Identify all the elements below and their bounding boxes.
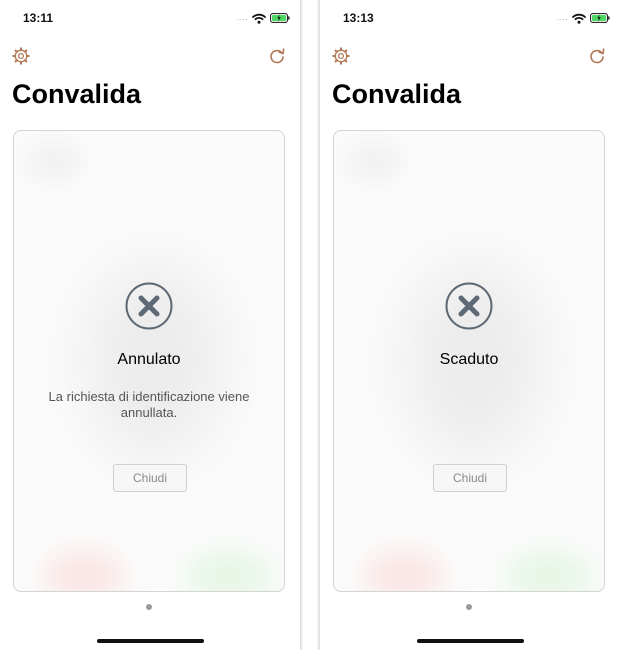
phone-screen-cancelled: 13:11 .... Convalida Annulato La richies… [0,0,300,650]
background-blur [504,551,594,591]
phone-screen-expired: 13:13 .... Convalida Scaduto Chiudi [320,0,620,650]
page-indicator-dot [146,604,152,610]
page-indicator-dot [466,604,472,610]
home-indicator[interactable] [97,639,204,643]
status-icons: .... [557,11,610,25]
background-blur [184,551,274,591]
page-title: Convalida [332,79,462,109]
refresh-icon[interactable] [587,46,607,66]
close-button[interactable]: Chiudi [113,464,187,492]
signal-dots-icon: .... [237,13,248,22]
status-bar: 13:11 .... [0,0,300,36]
close-circle-icon [445,282,493,330]
status-icons: .... [237,11,290,25]
signal-dots-icon: .... [557,13,568,22]
battery-charging-icon [590,13,610,23]
toolbar [320,46,620,70]
background-blur [24,141,84,181]
wifi-icon [572,13,586,24]
wifi-icon [252,13,266,24]
background-blur [44,551,124,591]
toolbar [0,46,300,70]
status-title: Annulato [117,351,181,368]
gear-icon[interactable] [331,46,351,66]
status-title: Scaduto [439,351,499,368]
page-title: Convalida [12,79,142,109]
home-indicator[interactable] [417,639,524,643]
screen-divider [300,0,320,650]
status-time: 13:11 [23,11,54,25]
status-card: Annulato La richiesta di identificazione… [13,130,285,592]
battery-charging-icon [270,13,290,23]
background-blur [344,141,404,181]
close-circle-icon [125,282,173,330]
gear-icon[interactable] [11,46,31,66]
refresh-icon[interactable] [267,46,287,66]
background-blur [364,551,444,591]
status-message: La richiesta di identificazione viene an… [48,389,250,420]
status-card: Scaduto Chiudi [333,130,605,592]
close-button[interactable]: Chiudi [433,464,507,492]
status-time: 13:13 [343,11,374,25]
status-bar: 13:13 .... [320,0,620,36]
